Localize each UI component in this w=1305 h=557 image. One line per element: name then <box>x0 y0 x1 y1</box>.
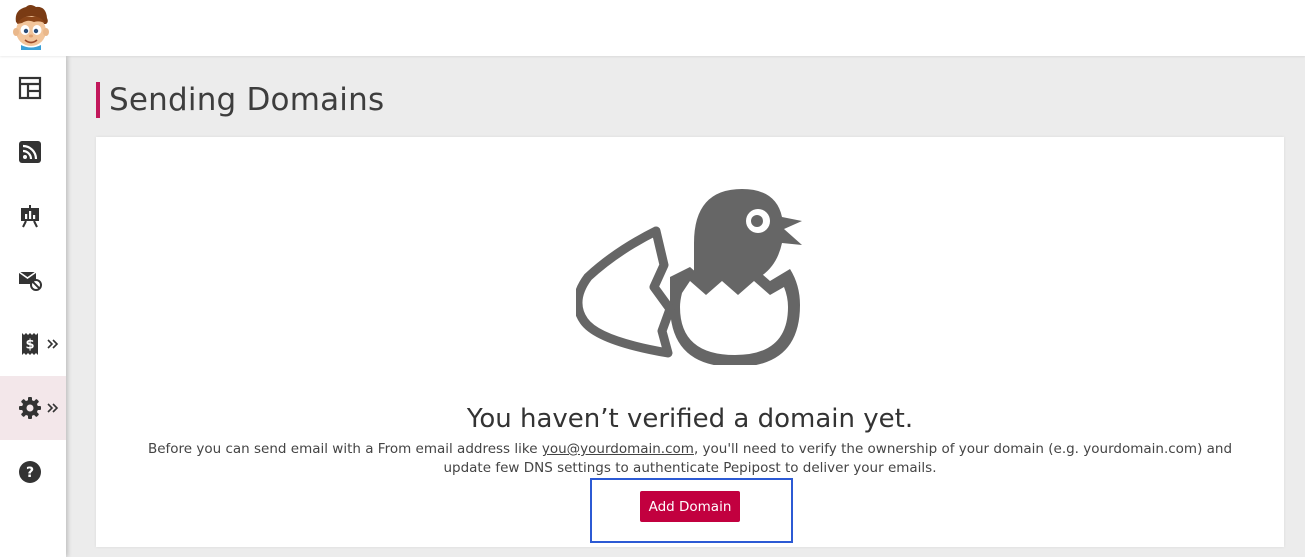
reports-easel-icon <box>21 205 39 228</box>
billing-receipt-dollar-icon: $ <box>22 333 38 355</box>
add-domain-button[interactable]: Add Domain <box>640 491 740 522</box>
sidebar-item-reports[interactable] <box>0 184 66 248</box>
settings-gear-icon <box>19 397 41 419</box>
sidebar-nav: $ ? <box>0 56 66 557</box>
double-chevron-right-icon <box>47 403 59 413</box>
page-title-text: Sending Domains <box>109 82 385 118</box>
page-title: Sending Domains <box>96 82 384 118</box>
sidebar-item-dashboard[interactable] <box>0 56 66 120</box>
hatching-bird-egg-icon <box>576 189 802 365</box>
mascot-logo-icon[interactable] <box>10 4 52 50</box>
empty-state-description-part1: Before you can send email with a From em… <box>147 441 542 457</box>
double-chevron-right-icon <box>47 339 59 349</box>
dashboard-icon <box>18 76 42 100</box>
sidebar-item-settings[interactable] <box>0 376 66 440</box>
sidebar-item-billing[interactable]: $ <box>0 312 66 376</box>
svg-text:?: ? <box>26 465 34 481</box>
sidebar-item-email-suppression[interactable] <box>0 248 66 312</box>
sidebar-item-help[interactable]: ? <box>0 440 66 504</box>
empty-state-card: You haven’t verified a domain yet. Befor… <box>96 137 1284 547</box>
top-bar <box>0 0 1305 56</box>
empty-state-description: Before you can send email with a From em… <box>126 440 1254 478</box>
sidebar-item-feed[interactable] <box>0 120 66 184</box>
main-content: Sending Domains You haven’t verified a d… <box>66 56 1305 557</box>
empty-state-title: You haven’t verified a domain yet. <box>466 404 914 434</box>
rss-feed-icon <box>19 141 41 163</box>
svg-text:$: $ <box>25 338 34 353</box>
help-question-icon: ? <box>19 461 41 483</box>
email-blocked-icon <box>18 271 42 291</box>
example-email-link[interactable]: you@yourdomain.com <box>542 441 694 457</box>
